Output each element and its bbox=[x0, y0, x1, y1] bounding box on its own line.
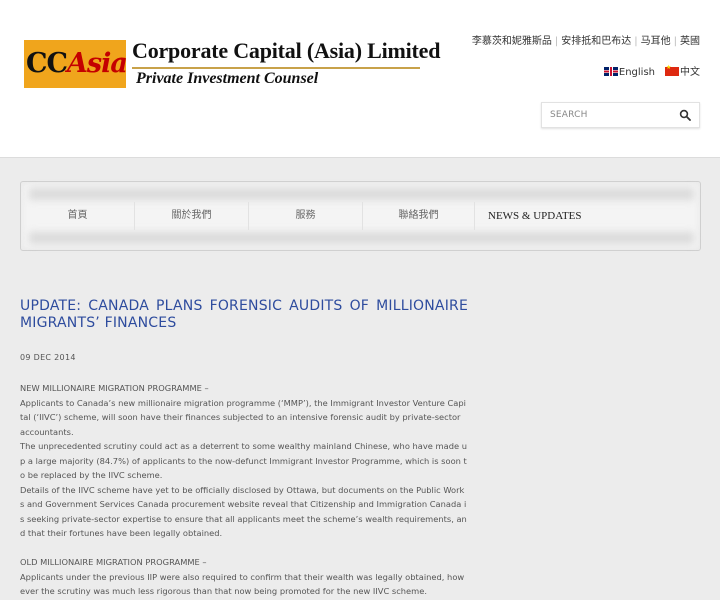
paragraph: Applicants to Canada’s new millionaire m… bbox=[20, 397, 466, 437]
language-chinese[interactable]: 中文 bbox=[665, 63, 700, 78]
uk-flag-icon bbox=[603, 67, 618, 76]
link-separator: | bbox=[554, 36, 559, 47]
nav-item-news-updates[interactable]: NEWS & UPDATES bbox=[475, 202, 645, 230]
search-icon[interactable] bbox=[679, 109, 691, 121]
language-english[interactable]: English bbox=[603, 67, 655, 78]
logo-mark: CCAsia bbox=[26, 46, 128, 82]
nav-item-about[interactable]: 關於我們 bbox=[135, 202, 249, 230]
top-links: 李慕茨和妮雅斯品 | 安排抵和巴布达 | 马耳他 | 英國 bbox=[472, 32, 700, 47]
search-box bbox=[541, 102, 700, 128]
paragraph: Applicants under the previous IIP were a… bbox=[20, 571, 465, 597]
main-navigation: 首頁 關於我們 服務 聯絡我們 NEWS & UPDATES bbox=[20, 181, 701, 251]
nav-item-contact[interactable]: 聯絡我們 bbox=[363, 202, 475, 230]
logo-mark-cc: CC bbox=[26, 48, 68, 79]
top-link-4[interactable]: 英國 bbox=[680, 36, 700, 47]
language-chinese-label: 中文 bbox=[680, 67, 700, 78]
company-tagline: Private Investment Counsel bbox=[136, 70, 319, 87]
article: UPDATE: CANADA PLANS FORENSIC AUDITS OF … bbox=[20, 298, 468, 599]
article-body: NEW MILLIONAIRE MIGRATION PROGRAMME – Ap… bbox=[20, 381, 468, 599]
language-switcher: English 中文 bbox=[594, 63, 700, 78]
nav-item-services[interactable]: 服務 bbox=[249, 202, 363, 230]
nav-shadow-top bbox=[29, 188, 694, 200]
nav-shadow-bottom bbox=[29, 232, 694, 244]
language-english-label: English bbox=[618, 67, 655, 78]
article-title: UPDATE: CANADA PLANS FORENSIC AUDITS OF … bbox=[20, 298, 468, 331]
company-name: Corporate Capital (Asia) Limited bbox=[132, 38, 441, 63]
link-separator: | bbox=[634, 36, 638, 47]
section-heading: NEW MILLIONAIRE MIGRATION PROGRAMME – bbox=[20, 383, 209, 393]
top-link-3[interactable]: 马耳他 bbox=[641, 36, 671, 47]
company-logo[interactable]: CCAsia Corporate Capital (Asia) Limited … bbox=[24, 38, 440, 92]
nav-item-home[interactable]: 首頁 bbox=[21, 202, 135, 230]
search-input[interactable] bbox=[550, 107, 675, 123]
logo-divider bbox=[132, 67, 420, 69]
section-heading: OLD MILLIONAIRE MIGRATION PROGRAMME – bbox=[20, 557, 207, 567]
logo-mark-box: CCAsia bbox=[24, 40, 128, 88]
paragraph: Details of the IIVC scheme have yet to b… bbox=[20, 484, 467, 539]
site-header: CCAsia Corporate Capital (Asia) Limited … bbox=[0, 0, 720, 158]
article-date: 09 DEC 2014 bbox=[20, 353, 76, 362]
logo-mark-asia: Asia bbox=[66, 48, 128, 79]
china-flag-icon bbox=[665, 64, 679, 76]
paragraph: The unprecedented scrutiny could act as … bbox=[20, 441, 467, 480]
top-link-2[interactable]: 安排抵和巴布达 bbox=[561, 36, 631, 47]
link-separator: | bbox=[673, 36, 677, 47]
top-link-1[interactable]: 李慕茨和妮雅斯品 bbox=[472, 36, 552, 47]
